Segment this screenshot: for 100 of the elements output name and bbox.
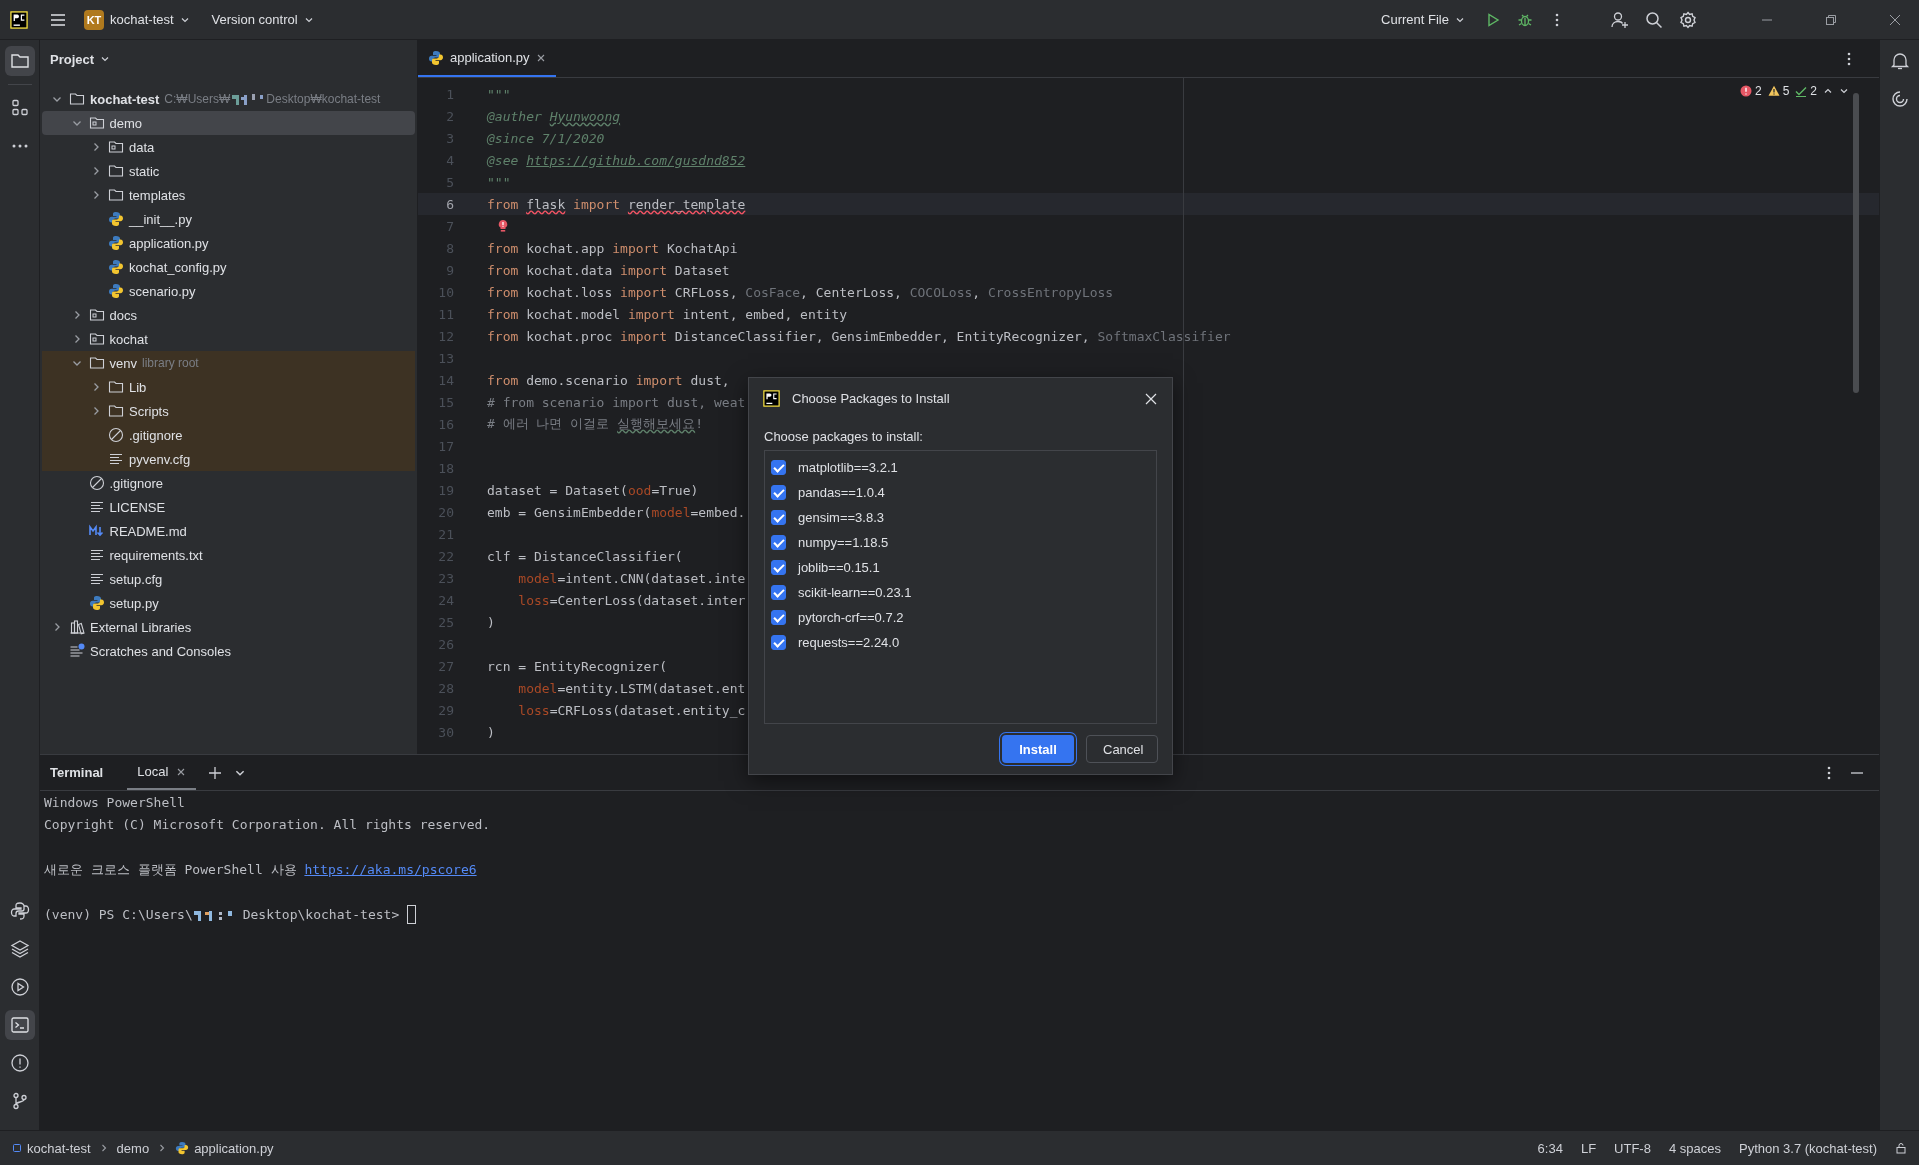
project-view-selector[interactable]: Project xyxy=(50,51,111,67)
tool-window-button[interactable] xyxy=(4,46,35,76)
status-item[interactable]: UTF-8 xyxy=(1614,1140,1651,1156)
tree-item[interactable]: data xyxy=(42,135,415,159)
bell-icon[interactable] xyxy=(1889,51,1910,71)
close-icon[interactable] xyxy=(1144,391,1158,406)
close-tab-icon[interactable] xyxy=(176,766,187,777)
tree-item[interactable]: kochat-test C:₩Users₩ Desktop₩kochat-test xyxy=(42,87,415,111)
tree-item[interactable]: application.py xyxy=(42,231,415,255)
checkbox[interactable] xyxy=(771,585,786,601)
status-item[interactable]: Python 3.7 (kochat-test) xyxy=(1739,1140,1877,1156)
tree-item[interactable]: docs xyxy=(42,303,415,327)
code-line: from kochat.proc import DistanceClassifier, GensimEmbedder, EntityRecognizer, SoftmaxClassifier xyxy=(487,328,1231,344)
run-icon[interactable] xyxy=(1485,11,1501,28)
lock-icon[interactable] xyxy=(1895,1142,1907,1154)
tree-item[interactable]: setup.py xyxy=(42,591,415,615)
module-icon xyxy=(12,1143,22,1153)
redaction-drawing xyxy=(231,93,266,105)
code-line: from flask import render_template xyxy=(487,196,746,212)
tree-item[interactable]: static xyxy=(42,159,415,183)
vcs-menu[interactable]: Version control xyxy=(207,8,318,31)
package-label: numpy==1.18.5 xyxy=(798,535,889,551)
add-user-icon[interactable] xyxy=(1611,10,1629,29)
error-bulb-icon[interactable] xyxy=(497,219,509,233)
breadcrumb[interactable]: kochat-test xyxy=(12,1140,91,1156)
panel-title: Terminal xyxy=(50,765,104,780)
status-item[interactable]: LF xyxy=(1580,1140,1597,1156)
checkbox[interactable] xyxy=(771,460,786,476)
problems-icon xyxy=(9,1053,30,1073)
tree-item[interactable]: README.md xyxy=(42,519,415,543)
error-count[interactable]: 2 xyxy=(1739,84,1762,98)
warning-count[interactable]: 5 xyxy=(1767,84,1790,98)
folder-icon xyxy=(88,355,105,371)
python-icon xyxy=(9,901,30,921)
code-line: from kochat.loss import CRFLoss, CosFace, CenterLoss, COCOLoss, CrossEntropyLoss xyxy=(487,284,1114,300)
editor-tab[interactable]: application.py xyxy=(418,40,556,77)
tree-item[interactable]: __init__.py xyxy=(42,207,415,231)
close-tab-icon[interactable] xyxy=(535,52,546,63)
code-line: clf = DistanceClassifier( xyxy=(487,548,683,564)
weak-warning-count[interactable]: 2 xyxy=(1795,84,1817,98)
code-line: """ xyxy=(487,86,511,102)
checkbox[interactable] xyxy=(771,560,786,576)
tree-item[interactable]: kochat xyxy=(42,327,415,351)
tree-item[interactable]: Scripts xyxy=(42,399,415,423)
menu-icon[interactable] xyxy=(50,11,66,28)
checkbox[interactable] xyxy=(771,610,786,626)
tree-item[interactable]: scenario.py xyxy=(42,279,415,303)
status-item[interactable]: 6:34 xyxy=(1537,1140,1563,1156)
code-line: @see https://github.com/gusdnd852 xyxy=(487,152,746,168)
tree-item[interactable]: LICENSE xyxy=(42,495,415,519)
terminal-link[interactable]: https://aka.ms/pscore6 xyxy=(304,861,477,877)
python-file-icon xyxy=(108,211,124,227)
code-line: loss=CenterLoss(dataset.inter xyxy=(517,592,746,608)
text-file-icon xyxy=(88,547,105,563)
tree-item[interactable]: .gitignore xyxy=(42,423,415,447)
run-config-selector[interactable]: Current File xyxy=(1377,8,1469,31)
tree-item[interactable]: setup.cfg xyxy=(42,567,415,591)
checkbox[interactable] xyxy=(771,485,786,501)
text-file-icon xyxy=(88,499,105,515)
tree-item[interactable]: requirements.txt xyxy=(42,543,415,567)
checkbox[interactable] xyxy=(771,535,786,551)
new-tab-icon[interactable] xyxy=(208,765,223,780)
terminal-tab[interactable]: Local xyxy=(127,755,197,790)
spiral-icon[interactable] xyxy=(1889,89,1910,109)
checkbox[interactable] xyxy=(771,635,786,651)
status-item[interactable]: 4 spaces xyxy=(1668,1140,1721,1156)
project-switcher[interactable]: KT kochat-test xyxy=(80,5,194,34)
dialog-prompt: Choose packages to install: xyxy=(763,428,924,447)
next-highlight-icon[interactable] xyxy=(1839,86,1849,96)
tree-item[interactable]: venv library root xyxy=(42,351,415,375)
install-button[interactable]: Install xyxy=(1002,735,1074,763)
more-icon xyxy=(11,144,28,148)
checkbox[interactable] xyxy=(771,510,786,526)
tree-item[interactable]: demo xyxy=(42,111,415,135)
dialog-title: Choose Packages to Install xyxy=(792,391,951,407)
code-line: emb = GensimEmbedder(model=embed. xyxy=(487,504,746,520)
tool-window-button[interactable] xyxy=(4,1010,35,1040)
cancel-button[interactable]: Cancel xyxy=(1086,735,1158,763)
tree-item[interactable]: kochat_config.py xyxy=(42,255,415,279)
tree-item[interactable]: .gitignore xyxy=(42,471,415,495)
tree-item[interactable]: Lib xyxy=(42,375,415,399)
package-label: joblib==0.15.1 xyxy=(798,560,880,576)
settings-icon[interactable] xyxy=(1679,10,1697,29)
scrollbar-thumb[interactable] xyxy=(1853,93,1859,393)
package-label: scikit-learn==0.23.1 xyxy=(798,585,912,601)
scratches-icon xyxy=(69,643,85,659)
code-line: # from scenario import dust, weat xyxy=(487,394,746,410)
breadcrumb[interactable]: demo xyxy=(116,1140,150,1156)
code-line: rcn = EntityRecognizer( xyxy=(487,658,667,674)
tree-item[interactable]: templates xyxy=(42,183,415,207)
tree-item[interactable]: External Libraries xyxy=(42,615,415,639)
tree-item[interactable]: pyvenv.cfg xyxy=(42,447,415,471)
previous-highlight-icon[interactable] xyxy=(1823,86,1833,96)
tree-item[interactable]: Scratches and Consoles xyxy=(42,639,415,663)
folder-icon xyxy=(108,187,124,203)
text-file-icon xyxy=(108,451,124,467)
markdown-file-icon xyxy=(88,523,105,539)
breadcrumb[interactable]: application.py xyxy=(175,1140,274,1156)
search-icon[interactable] xyxy=(1645,10,1663,29)
terminal-line: Windows PowerShell xyxy=(44,794,185,810)
